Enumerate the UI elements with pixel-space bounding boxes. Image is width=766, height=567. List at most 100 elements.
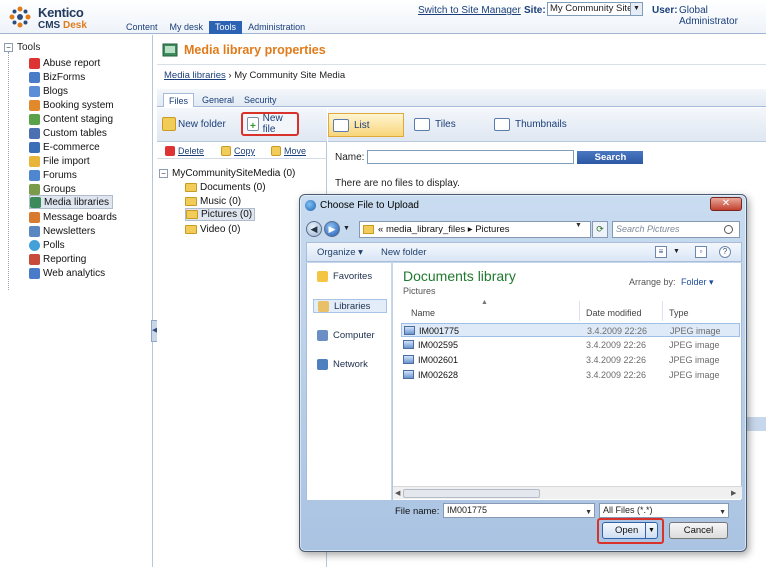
refresh-icon: ⟳ — [596, 224, 604, 234]
view-tiles-button[interactable]: Tiles — [414, 118, 456, 131]
sidebar-item-blogs[interactable]: Blogs — [29, 84, 71, 98]
folder-video[interactable]: Video (0) — [185, 223, 240, 236]
tab-general[interactable]: General — [197, 93, 239, 107]
forward-arrow-icon: ▶ — [328, 224, 336, 234]
command-bar: Organize ▾ New folder ≡ ▼ ▫ ? — [306, 242, 742, 262]
search-button[interactable]: Search — [577, 150, 644, 164]
sidebar-item-file-import[interactable]: File import — [29, 154, 93, 168]
view-dropdown-icon[interactable]: ▼ — [673, 248, 680, 255]
site-select[interactable]: My Community Site ▼ — [547, 2, 643, 16]
new-file-button[interactable]: + New file — [241, 112, 299, 136]
sidebar-item-bizforms[interactable]: BizForms — [29, 70, 88, 84]
help-icon[interactable]: ? — [719, 246, 731, 258]
sidebar-item-media-libraries[interactable]: Media libraries — [29, 195, 114, 209]
tab-administration[interactable]: Administration — [242, 21, 311, 34]
breadcrumb-media-libraries-link[interactable]: Media libraries — [164, 70, 226, 81]
chevron-down-icon[interactable]: ▼ — [719, 506, 726, 519]
empty-files-message: There are no files to display. — [335, 178, 460, 189]
bizforms-icon — [29, 71, 40, 83]
scroll-left-icon[interactable]: ◀ — [395, 489, 400, 497]
dialog-close-button[interactable]: ✕ — [710, 197, 742, 211]
file-name-input[interactable]: IM001775 ▼ — [443, 503, 595, 518]
folder-pictures[interactable]: Pictures (0) — [185, 208, 256, 221]
back-button[interactable]: ◀ — [306, 221, 322, 237]
refresh-button[interactable]: ⟳ — [592, 221, 608, 238]
name-label: Name: — [335, 151, 365, 163]
address-bar[interactable]: « media_library_files ▸ Pictures — [359, 221, 591, 238]
app-header: Kentico CMS Desk Switch to Site Manager … — [0, 0, 766, 34]
libraries-icon — [318, 300, 329, 312]
column-name[interactable]: Name — [411, 308, 435, 318]
copy-link[interactable]: Copy — [221, 146, 255, 156]
sidebar-item-web-analytics[interactable]: Web analytics — [29, 266, 108, 280]
file-row[interactable]: IM002595 3.4.2009 22:26 JPEG image — [401, 338, 740, 352]
collapse-icon[interactable]: − — [4, 43, 13, 52]
organize-button[interactable]: Organize ▾ — [317, 247, 363, 258]
content-staging-icon — [29, 113, 40, 125]
file-row[interactable]: IM002628 3.4.2009 22:26 JPEG image — [401, 368, 740, 382]
sidebar-item-booking-system[interactable]: Booking system — [29, 98, 117, 112]
tiles-view-icon — [414, 118, 430, 131]
nav-favorites[interactable]: Favorites — [317, 271, 372, 282]
folder-documents[interactable]: Documents (0) — [185, 181, 266, 194]
network-icon — [317, 359, 328, 370]
chevron-down-icon: ▼ — [630, 3, 642, 15]
move-link[interactable]: Move — [271, 146, 306, 156]
delete-link[interactable]: Delete — [165, 146, 204, 156]
sidebar-item-custom-tables[interactable]: Custom tables — [29, 126, 110, 140]
file-type-select[interactable]: All Files (*.*) ▼ — [599, 503, 729, 518]
collapse-icon[interactable]: − — [159, 169, 168, 178]
tab-content[interactable]: Content — [120, 21, 164, 34]
view-list-button[interactable]: List — [328, 113, 404, 137]
sidebar-item-forums[interactable]: Forums — [29, 168, 80, 182]
preview-pane-icon[interactable]: ▫ — [695, 246, 707, 258]
search-pictures-input[interactable]: Search Pictures — [612, 221, 740, 238]
cancel-button[interactable]: Cancel — [669, 522, 728, 539]
newsletters-icon — [29, 225, 40, 237]
tab-security[interactable]: Security — [239, 93, 282, 107]
navigation-pane: Favorites Libraries Computer Network — [306, 263, 392, 500]
sidebar-item-abuse-report[interactable]: Abuse report — [29, 56, 103, 70]
forward-button[interactable]: ▶ — [324, 221, 340, 237]
open-button[interactable]: Open ▼ — [602, 522, 658, 539]
column-date-modified[interactable]: Date modified — [586, 308, 642, 318]
file-import-icon — [29, 155, 40, 167]
chevron-down-icon[interactable]: ▼ — [585, 506, 592, 519]
dialog-new-folder-button[interactable]: New folder — [381, 247, 426, 258]
new-folder-button[interactable]: New folder — [162, 117, 226, 131]
sidebar-item-content-staging[interactable]: Content staging — [29, 112, 116, 126]
tab-tools[interactable]: Tools — [209, 21, 243, 34]
sidebar-item-polls[interactable]: Polls — [29, 238, 68, 252]
scrollbar-thumb[interactable] — [403, 489, 540, 498]
address-dropdown-icon[interactable]: ▼ — [575, 222, 582, 229]
folder-tree-root[interactable]: − MyCommunitySiteMedia (0) — [159, 167, 295, 180]
tab-files[interactable]: Files — [163, 93, 195, 107]
tree-root-tools[interactable]: − Tools — [4, 42, 40, 53]
open-dropdown-icon[interactable]: ▼ — [645, 523, 657, 538]
sidebar-item-groups[interactable]: Groups — [29, 182, 79, 196]
tab-my-desk[interactable]: My desk — [164, 21, 210, 34]
sidebar-item-newsletters[interactable]: Newsletters — [29, 224, 98, 238]
switch-to-site-manager-link[interactable]: Switch to Site Manager — [418, 5, 521, 16]
nav-libraries[interactable]: Libraries — [313, 299, 387, 313]
file-row[interactable]: IM002601 3.4.2009 22:26 JPEG image — [401, 353, 740, 367]
view-thumbnails-button[interactable]: Thumbnails — [494, 118, 567, 131]
name-search-input[interactable] — [367, 150, 575, 164]
nav-computer[interactable]: Computer — [317, 330, 375, 341]
file-row[interactable]: IM001775 3.4.2009 22:26 JPEG image — [401, 323, 740, 337]
sidebar-item-reporting[interactable]: Reporting — [29, 252, 89, 266]
nav-network[interactable]: Network — [317, 359, 368, 370]
folder-music[interactable]: Music (0) — [185, 195, 241, 208]
scroll-right-icon[interactable]: ▶ — [731, 489, 736, 497]
copy-icon — [221, 146, 231, 156]
history-dropdown-icon[interactable]: ▼ — [343, 225, 350, 232]
sidebar-item-message-boards[interactable]: Message boards — [29, 210, 120, 224]
column-type[interactable]: Type — [669, 308, 689, 318]
horizontal-scrollbar[interactable]: ◀ ▶ — [393, 486, 742, 499]
sidebar-item-e-commerce[interactable]: E-commerce — [29, 140, 103, 154]
view-options-icon[interactable]: ≡ — [655, 246, 667, 258]
breadcrumb: Media libraries › My Community Site Medi… — [164, 70, 345, 81]
arrange-by-dropdown[interactable]: Folder ▾ — [681, 277, 714, 288]
page-title: Media library properties — [184, 43, 326, 57]
abuse-report-icon — [29, 57, 40, 69]
